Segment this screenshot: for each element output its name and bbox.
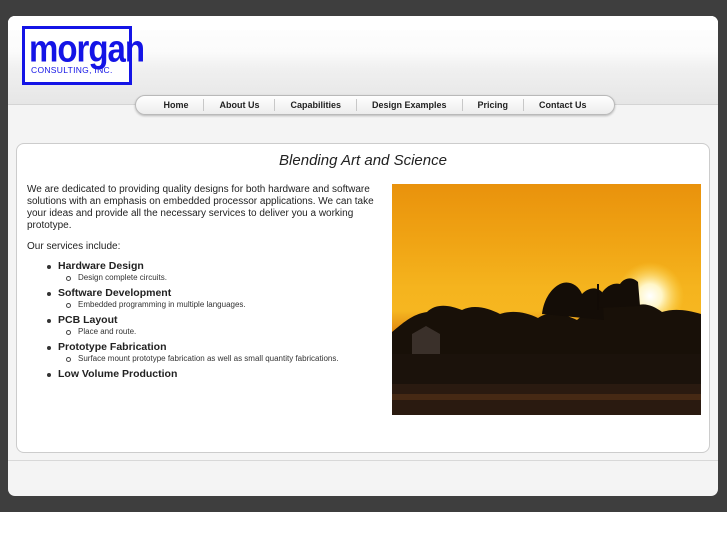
nav-about-us[interactable]: About Us (203, 99, 274, 111)
company-logo[interactable]: morgan CONSULTING, INC. (22, 26, 145, 85)
nav-design-examples[interactable]: Design Examples (355, 99, 462, 111)
service-item: PCB Layout Place and route. (47, 314, 417, 336)
service-description: Embedded programming in multiple languag… (47, 300, 417, 309)
nav-contact-us[interactable]: Contact Us (523, 99, 602, 111)
services-list: Hardware Design Design complete circuits… (47, 260, 417, 385)
nav-home[interactable]: Home (148, 99, 203, 111)
service-item: Hardware Design Design complete circuits… (47, 260, 417, 282)
main-nav: Home About Us Capabilities Design Exampl… (135, 95, 615, 115)
service-title: Low Volume Production (47, 368, 417, 380)
sunset-photo (392, 184, 701, 415)
service-item: Prototype Fabrication Surface mount prot… (47, 341, 417, 363)
site-frame: morgan CONSULTING, INC. Home About Us Ca… (8, 16, 718, 496)
service-title: PCB Layout (47, 314, 417, 326)
logo-subtitle: CONSULTING, INC. (31, 65, 113, 75)
service-title: Hardware Design (47, 260, 417, 272)
nav-pricing[interactable]: Pricing (461, 99, 524, 111)
service-item: Software Development Embedded programmin… (47, 287, 417, 309)
service-title: Software Development (47, 287, 417, 299)
service-title: Prototype Fabrication (47, 341, 417, 353)
service-item: Low Volume Production (47, 368, 417, 380)
service-description: Design complete circuits. (47, 273, 417, 282)
service-description: Place and route. (47, 327, 417, 336)
page-title: Blending Art and Science (279, 152, 447, 169)
intro-paragraph: We are dedicated to providing quality de… (27, 184, 374, 231)
content-panel: Blending Art and Science We are dedicate… (16, 143, 710, 453)
nav-capabilities[interactable]: Capabilities (274, 99, 356, 111)
services-intro: Our services include: (27, 241, 121, 252)
sunset-illustration (392, 262, 701, 415)
site-header: morgan CONSULTING, INC. (8, 16, 718, 105)
footer-divider (8, 460, 718, 461)
service-description: Surface mount prototype fabrication as w… (47, 354, 417, 363)
